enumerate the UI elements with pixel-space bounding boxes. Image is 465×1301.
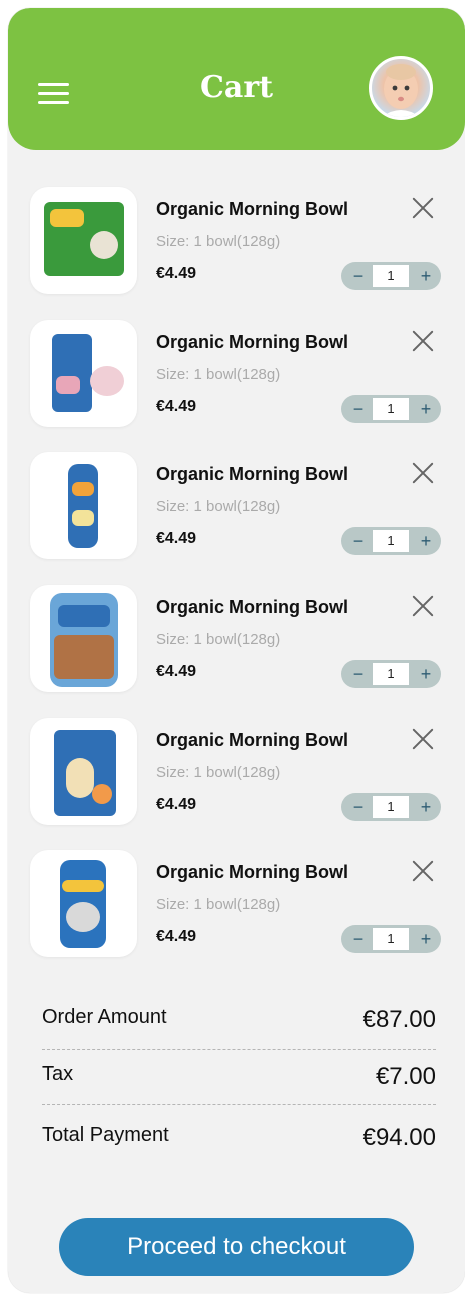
item-price: €4.49 bbox=[156, 530, 197, 547]
quantity-stepper: − 1 + bbox=[341, 527, 441, 555]
checkout-button[interactable]: Proceed to checkout bbox=[59, 1218, 414, 1276]
item-size: Size: 1 bowl(128g) bbox=[156, 896, 281, 913]
item-name: Organic Morning Bowl bbox=[156, 862, 348, 882]
close-icon[interactable] bbox=[410, 726, 436, 752]
tax-value: €7.00 bbox=[375, 1063, 436, 1090]
increment-button[interactable]: + bbox=[411, 925, 441, 953]
quantity-field[interactable]: 1 bbox=[373, 530, 409, 552]
item-size: Size: 1 bowl(128g) bbox=[156, 631, 281, 648]
cart-screen: Cart Organic Morning Bowl Size: 1 bowl(1… bbox=[8, 8, 465, 1293]
cart-item: Organic Morning Bowl Size: 1 bowl(128g) … bbox=[8, 718, 465, 828]
quantity-stepper: − 1 + bbox=[341, 395, 441, 423]
avatar[interactable] bbox=[369, 56, 433, 120]
decrement-button[interactable]: − bbox=[343, 793, 373, 821]
item-price: €4.49 bbox=[156, 663, 197, 680]
quantity-field[interactable]: 1 bbox=[373, 663, 409, 685]
total-payment-value: €94.00 bbox=[362, 1124, 436, 1151]
item-price: €4.49 bbox=[156, 398, 197, 415]
product-image bbox=[30, 320, 137, 427]
divider bbox=[42, 1104, 436, 1105]
close-icon[interactable] bbox=[410, 858, 436, 884]
item-price: €4.49 bbox=[156, 796, 197, 813]
increment-button[interactable]: + bbox=[411, 527, 441, 555]
item-size: Size: 1 bowl(128g) bbox=[156, 498, 281, 515]
order-amount-value: €87.00 bbox=[362, 1006, 436, 1033]
item-name: Organic Morning Bowl bbox=[156, 464, 348, 484]
decrement-button[interactable]: − bbox=[343, 262, 373, 290]
item-size: Size: 1 bowl(128g) bbox=[156, 233, 281, 250]
quantity-field[interactable]: 1 bbox=[373, 796, 409, 818]
cart-item: Organic Morning Bowl Size: 1 bowl(128g) … bbox=[8, 585, 465, 695]
product-image bbox=[30, 585, 137, 692]
cart-item: Organic Morning Bowl Size: 1 bowl(128g) … bbox=[8, 320, 465, 430]
item-size: Size: 1 bowl(128g) bbox=[156, 366, 281, 383]
item-name: Organic Morning Bowl bbox=[156, 332, 348, 352]
quantity-stepper: − 1 + bbox=[341, 262, 441, 290]
increment-button[interactable]: + bbox=[411, 793, 441, 821]
divider bbox=[42, 1049, 436, 1050]
close-icon[interactable] bbox=[410, 195, 436, 221]
quantity-stepper: − 1 + bbox=[341, 793, 441, 821]
item-name: Organic Morning Bowl bbox=[156, 597, 348, 617]
item-size: Size: 1 bowl(128g) bbox=[156, 764, 281, 781]
app-header: Cart bbox=[8, 8, 465, 150]
decrement-button[interactable]: − bbox=[343, 660, 373, 688]
quantity-field[interactable]: 1 bbox=[373, 398, 409, 420]
increment-button[interactable]: + bbox=[411, 660, 441, 688]
cart-item: Organic Morning Bowl Size: 1 bowl(128g) … bbox=[8, 452, 465, 562]
close-icon[interactable] bbox=[410, 460, 436, 486]
quantity-field[interactable]: 1 bbox=[373, 928, 409, 950]
product-image bbox=[30, 187, 137, 294]
total-payment-label: Total Payment bbox=[42, 1124, 169, 1146]
item-name: Organic Morning Bowl bbox=[156, 730, 348, 750]
cart-item: Organic Morning Bowl Size: 1 bowl(128g) … bbox=[8, 850, 465, 960]
item-name: Organic Morning Bowl bbox=[156, 199, 348, 219]
increment-button[interactable]: + bbox=[411, 395, 441, 423]
cart-item: Organic Morning Bowl Size: 1 bowl(128g) … bbox=[8, 187, 465, 297]
product-image bbox=[30, 850, 137, 957]
close-icon[interactable] bbox=[410, 593, 436, 619]
tax-label: Tax bbox=[42, 1063, 74, 1085]
increment-button[interactable]: + bbox=[411, 262, 441, 290]
item-price: €4.49 bbox=[156, 265, 197, 282]
decrement-button[interactable]: − bbox=[343, 925, 373, 953]
quantity-stepper: − 1 + bbox=[341, 925, 441, 953]
quantity-field[interactable]: 1 bbox=[373, 265, 409, 287]
quantity-stepper: − 1 + bbox=[341, 660, 441, 688]
product-image bbox=[30, 718, 137, 825]
decrement-button[interactable]: − bbox=[343, 527, 373, 555]
order-amount-label: Order Amount bbox=[42, 1006, 167, 1028]
product-image bbox=[30, 452, 137, 559]
item-price: €4.49 bbox=[156, 928, 197, 945]
close-icon[interactable] bbox=[410, 328, 436, 354]
decrement-button[interactable]: − bbox=[343, 395, 373, 423]
